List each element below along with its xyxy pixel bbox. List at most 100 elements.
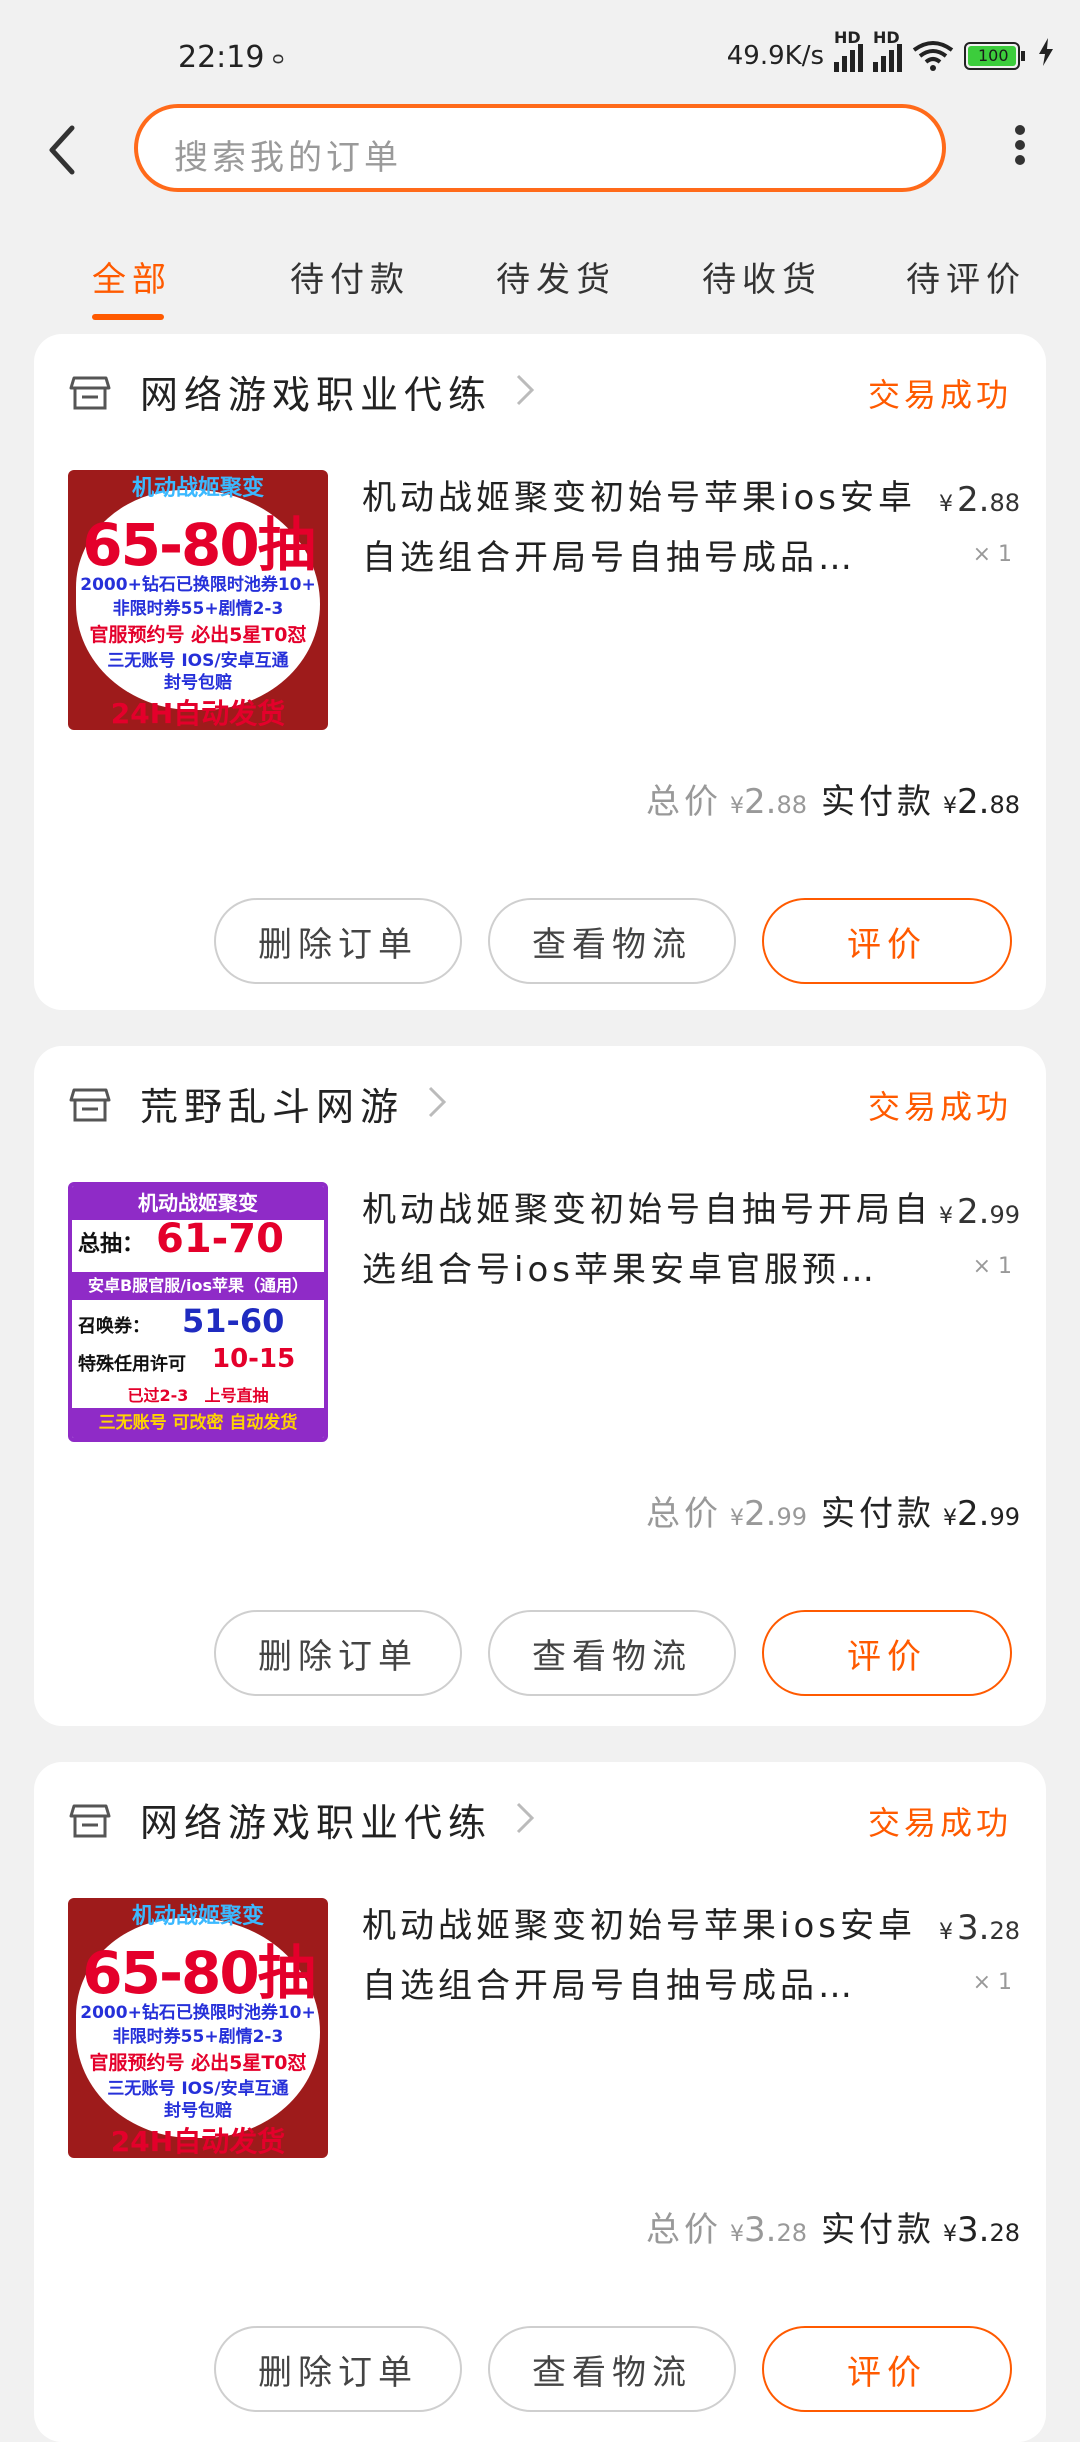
- charging-icon: [1038, 38, 1054, 73]
- chevron-right-icon[interactable]: [512, 1800, 538, 1836]
- search-placeholder: 搜索我的订单: [174, 138, 402, 178]
- thumb-text: 已过2-3 上号直抽: [127, 1386, 269, 1405]
- currency-symbol: ¥: [939, 1920, 953, 1945]
- view-logistics-button[interactable]: 查看物流: [488, 2326, 736, 2412]
- order-totals: 总价 ¥2.88 实付款 ¥2.88: [646, 774, 1020, 823]
- quantity: × 1: [972, 1254, 1012, 1279]
- signal-icon: HD: [834, 28, 863, 72]
- thumb-text: 召唤券：: [78, 1316, 150, 1337]
- store-name[interactable]: 网络游戏职业代练: [140, 1792, 492, 1847]
- unit-price-int: 2.: [957, 480, 990, 520]
- battery-icon: 100: [964, 41, 1028, 71]
- thumb-text: 安卓B服官服/ios苹果（通用）: [72, 1272, 324, 1300]
- thumb-text: 2000+钻石已换限时池券10+: [80, 575, 316, 595]
- unit-price-dec: 99: [989, 1201, 1020, 1229]
- thumb-text: 机动战姬聚变: [72, 1186, 324, 1220]
- back-arrow-icon[interactable]: [38, 120, 98, 180]
- store-name[interactable]: 荒野乱斗网游: [140, 1076, 404, 1131]
- thumb-text: 非限时券55+剧情2-3: [112, 599, 284, 619]
- thumb-text: 2000+钻石已换限时池券10+: [80, 2003, 316, 2023]
- delete-order-button[interactable]: 删除订单: [214, 898, 462, 984]
- chevron-right-icon[interactable]: [424, 1084, 450, 1120]
- store-icon: [68, 1798, 112, 1842]
- total-label: 总价: [646, 1494, 722, 1534]
- thumb-text: 24H自动发货: [110, 2125, 286, 2158]
- review-button[interactable]: 评价: [762, 898, 1012, 984]
- total-amount: ¥2.99: [730, 1494, 807, 1534]
- delete-order-button[interactable]: 删除订单: [214, 1610, 462, 1696]
- unit-price-dec: 28: [989, 1917, 1020, 1945]
- more-options-icon[interactable]: [1000, 120, 1040, 180]
- notification-indicator: ᴑ: [272, 48, 285, 69]
- tab-all[interactable]: 全部: [92, 252, 172, 301]
- review-button[interactable]: 评价: [762, 2326, 1012, 2412]
- product-title[interactable]: 机动战姬聚变初始号自抽号开局自选组合号ios苹果安卓官服预…: [362, 1180, 932, 1300]
- thumb-text: 非限时券55+剧情2-3: [112, 2027, 284, 2047]
- store-icon: [68, 370, 112, 414]
- order-status: 交易成功: [867, 1804, 1012, 1842]
- unit-price: ¥2.99: [939, 1192, 1020, 1232]
- order-card: 网络游戏职业代练 交易成功 机动战姬聚变 65-80抽 2000+钻石已换限时池…: [34, 1762, 1046, 2442]
- thumb-text: 封号包赔: [164, 2101, 232, 2121]
- header: 搜索我的订单: [0, 90, 1080, 210]
- search-input[interactable]: 搜索我的订单: [134, 104, 946, 192]
- paid-label: 实付款: [821, 782, 935, 822]
- product-thumbnail[interactable]: 机动战姬聚变 总抽： 61-70 安卓B服官服/ios苹果（通用） 召唤券： 5…: [68, 1182, 328, 1442]
- signal-hd-badge-2: HD: [873, 27, 900, 47]
- order-tabs: 全部 待付款 待发货 待收货 待评价: [0, 240, 1080, 324]
- thumb-text: 总抽：: [78, 1232, 145, 1257]
- total-label: 总价: [646, 782, 722, 822]
- tab-pending-shipment[interactable]: 待发货: [496, 252, 616, 301]
- total-amount: ¥3.28: [730, 2210, 807, 2250]
- signal-icon-2: HD: [873, 28, 902, 72]
- thumb-text: 官服预约号 必出5星T0怼: [89, 624, 307, 646]
- review-button[interactable]: 评价: [762, 1610, 1012, 1696]
- product-thumbnail[interactable]: 机动战姬聚变 65-80抽 2000+钻石已换限时池券10+ 非限时券55+剧情…: [68, 470, 328, 730]
- order-card: 网络游戏职业代练 交易成功 机动战姬聚变 65-80抽 2000+钻石已换限时池…: [34, 334, 1046, 1010]
- battery-level: 100: [978, 45, 1009, 65]
- delete-order-button[interactable]: 删除订单: [214, 2326, 462, 2412]
- unit-price-int: 3.: [957, 1908, 990, 1948]
- tab-active-indicator: [92, 314, 164, 320]
- product-title[interactable]: 机动战姬聚变初始号苹果ios安卓自选组合开局号自抽号成品…: [362, 1896, 932, 2016]
- tab-pending-payment[interactable]: 待付款: [290, 252, 410, 301]
- paid-amount: ¥3.28: [943, 2210, 1020, 2250]
- thumb-text: 10-15: [212, 1344, 296, 1374]
- unit-price-dec: 88: [989, 489, 1020, 517]
- thumb-text: 三无账号 可改密 自动发货: [72, 1408, 324, 1438]
- thumb-text: 24H自动发货: [110, 697, 286, 730]
- total-amount: ¥2.88: [730, 782, 807, 822]
- order-card: 荒野乱斗网游 交易成功 机动战姬聚变 总抽： 61-70 安卓B服官服/ios苹…: [34, 1046, 1046, 1726]
- thumb-text: 封号包赔: [164, 673, 232, 693]
- total-label: 总价: [646, 2210, 722, 2250]
- currency-symbol: ¥: [939, 1204, 953, 1229]
- currency-symbol: ¥: [939, 492, 953, 517]
- status-time: 22:19: [178, 40, 265, 75]
- view-logistics-button[interactable]: 查看物流: [488, 1610, 736, 1696]
- product-thumbnail[interactable]: 机动战姬聚变 65-80抽 2000+钻石已换限时池券10+ 非限时券55+剧情…: [68, 1898, 328, 2158]
- unit-price: ¥3.28: [939, 1908, 1020, 1948]
- thumb-text: 51-60: [182, 1302, 285, 1340]
- quantity: × 1: [972, 542, 1012, 567]
- status-right: 49.9K/s HD HD 100: [727, 28, 1054, 73]
- quantity: × 1: [972, 1970, 1012, 1995]
- product-title[interactable]: 机动战姬聚变初始号苹果ios安卓自选组合开局号自抽号成品…: [362, 468, 932, 588]
- paid-label: 实付款: [821, 2210, 935, 2250]
- status-bar: 22:19 ᴑ 49.9K/s HD HD 100: [0, 0, 1080, 90]
- store-icon: [68, 1082, 112, 1126]
- chevron-right-icon[interactable]: [512, 372, 538, 408]
- wifi-icon: [912, 40, 954, 72]
- tab-pending-review[interactable]: 待评价: [906, 252, 1026, 301]
- thumb-text: 特殊任用许可: [78, 1354, 186, 1375]
- signal-hd-badge: HD: [834, 27, 861, 47]
- thumb-text: 官服预约号 必出5星T0怼: [89, 2052, 307, 2074]
- order-status: 交易成功: [867, 376, 1012, 414]
- order-totals: 总价 ¥3.28 实付款 ¥3.28: [646, 2202, 1020, 2251]
- view-logistics-button[interactable]: 查看物流: [488, 898, 736, 984]
- store-name[interactable]: 网络游戏职业代练: [140, 364, 492, 419]
- paid-amount: ¥2.99: [943, 1494, 1020, 1534]
- tab-pending-receipt[interactable]: 待收货: [702, 252, 822, 301]
- paid-label: 实付款: [821, 1494, 935, 1534]
- unit-price: ¥2.88: [939, 480, 1020, 520]
- paid-amount: ¥2.88: [943, 782, 1020, 822]
